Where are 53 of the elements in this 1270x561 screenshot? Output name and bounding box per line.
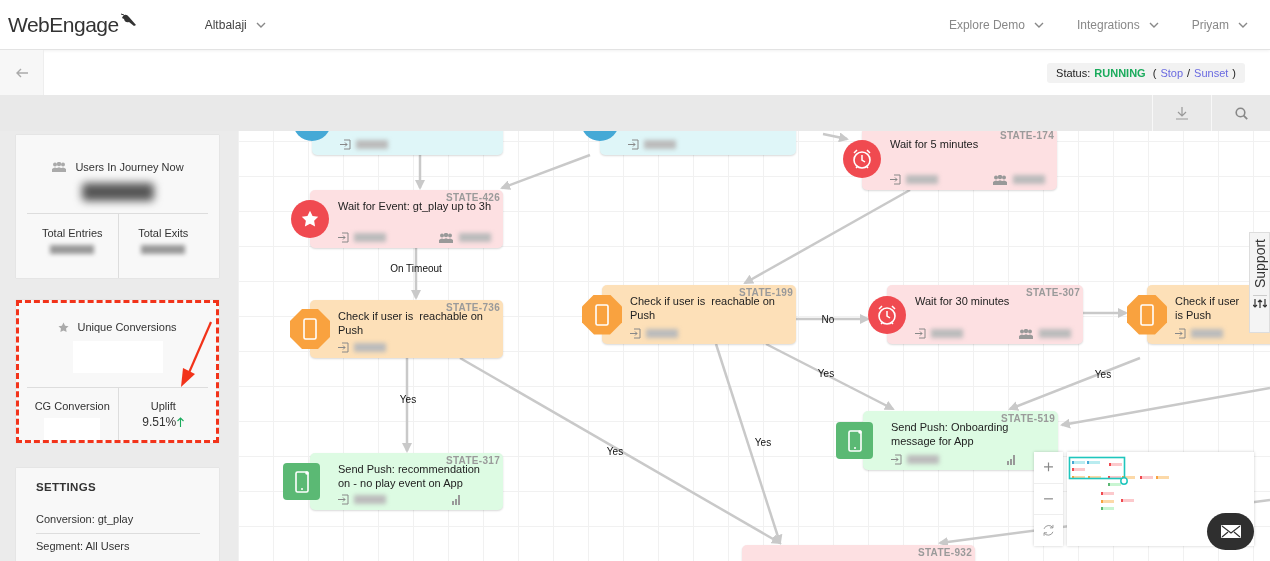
node-title: Wait for Event: gt_play up to 3h: [338, 200, 492, 213]
stop-link[interactable]: Stop: [1160, 66, 1183, 79]
state-id: STATE-932: [918, 547, 972, 558]
edge-label: On Timeout: [390, 262, 442, 274]
edge-label: Yes: [1094, 368, 1112, 380]
parenthesis: (: [1151, 66, 1157, 79]
settings-heading: SETTINGS: [36, 481, 97, 493]
state-id: STATE-317: [446, 455, 500, 466]
stat-label: Total Entries: [42, 227, 103, 239]
sunset-link[interactable]: Sunset: [1194, 66, 1229, 79]
node-title: Send Push: Onboarding message for App: [891, 421, 1009, 448]
state-id: STATE-199: [739, 287, 793, 298]
support-tab[interactable]: Support: [1249, 232, 1270, 333]
journey-node[interactable]: STATE-426 Wait for Event: gt_play up to 3h: [310, 190, 503, 248]
node-title: Check if user is reachable on Push: [338, 310, 483, 337]
edge-label: No: [821, 313, 835, 325]
state-id: STATE-736: [446, 302, 500, 313]
node-title: Wait for 5 minutes: [890, 137, 980, 151]
stat-label: CG Conversion: [34, 400, 110, 412]
setting-item: Segment: All Users: [36, 540, 130, 552]
journey-node[interactable]: STATE-307 Wait for 30 minutes: [887, 285, 1083, 344]
journey-node[interactable]: STATE-519 Send Push: Onboarding message for App: [863, 411, 1058, 470]
node-title: Check if user is reachable on Push: [630, 295, 775, 322]
edge-label: Yes: [754, 436, 772, 448]
node-title: Send Push: recommendation on - no play event on App: [338, 463, 480, 490]
nav-dropdown[interactable]: Explore Demo: [948, 13, 1044, 36]
separator: /: [1187, 66, 1191, 79]
state-id: STATE-174: [1000, 131, 1054, 141]
nav-dropdown[interactable]: Priyam: [1191, 13, 1248, 36]
node-title: Wait for 30 minutes: [915, 294, 1011, 308]
edge-label: Yes: [606, 445, 624, 457]
stat-label: Total Exits: [138, 227, 189, 239]
state-id: STATE-426: [446, 192, 500, 203]
setting-item: Conversion: gt_play: [36, 513, 134, 525]
journey-node[interactable]: STATE-736 Check if user is reachable on Push: [310, 300, 503, 358]
status-label: Status:: [1056, 66, 1091, 79]
state-id: STATE-519: [1001, 413, 1055, 424]
edge-label: Yes: [817, 367, 835, 379]
workspace-dropdown[interactable]: Altbalaji: [204, 13, 266, 36]
card-title: Unique Conversions: [77, 321, 177, 333]
status-value: RUNNING: [1094, 66, 1146, 79]
journey-node[interactable]: STATE-199 Check if user is reachable on Push: [602, 285, 796, 344]
state-id: STATE-307: [1026, 287, 1080, 298]
card-title: Users In Journey Now: [75, 161, 184, 173]
journey-node[interactable]: STATE-174 Wait for 5 minutes: [862, 131, 1057, 190]
journey-node[interactable]: STATE-317 Send Push: recommendation on - no play event on App: [310, 453, 503, 510]
node-title: Check if user is Push: [1175, 294, 1241, 322]
parenthesis: ): [1232, 66, 1236, 79]
brand-logo: WebEngage: [8, 12, 119, 37]
uplift-value: 9.51%: [142, 415, 177, 429]
stat-label: Uplift: [150, 400, 176, 412]
nav-dropdown[interactable]: Integrations: [1076, 13, 1159, 36]
edge-label: Yes: [399, 393, 417, 405]
